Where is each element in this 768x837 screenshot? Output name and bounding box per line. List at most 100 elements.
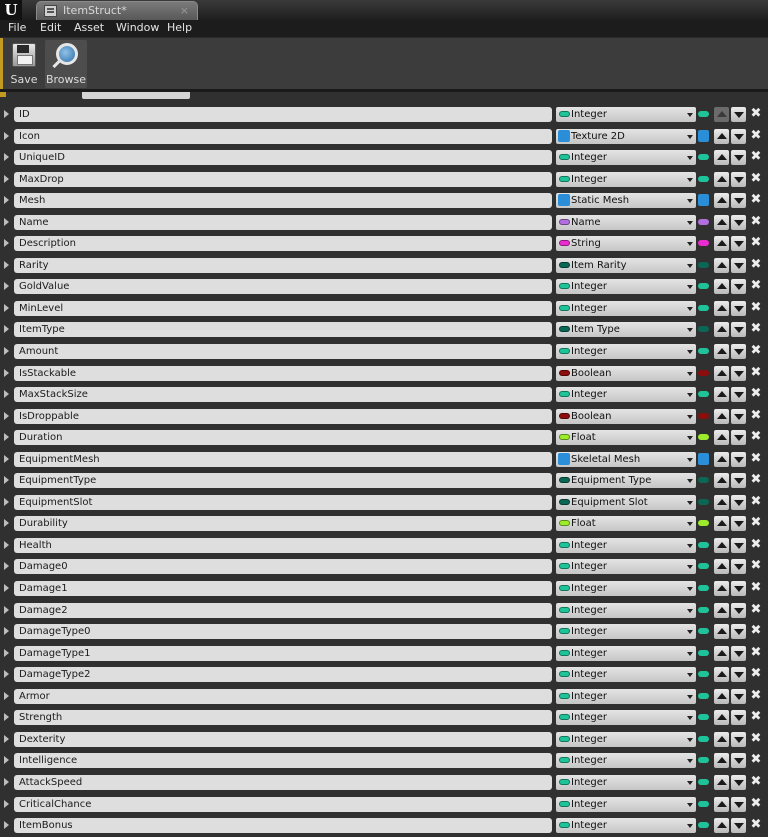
move-down-button[interactable] xyxy=(731,645,746,661)
variable-type-dropdown[interactable]: Integer xyxy=(556,559,696,575)
move-down-button[interactable] xyxy=(731,753,746,769)
move-up-button[interactable] xyxy=(714,516,729,532)
expand-arrow-icon[interactable] xyxy=(4,756,9,765)
variable-type-dropdown[interactable]: Integer xyxy=(556,624,696,640)
document-tab[interactable]: ItemStruct* × xyxy=(36,1,198,20)
variable-type-dropdown[interactable]: Integer xyxy=(556,731,696,747)
move-up-button[interactable] xyxy=(714,236,729,252)
variable-name-field[interactable]: Amount xyxy=(14,344,552,360)
expand-arrow-icon[interactable] xyxy=(4,260,9,269)
delete-variable-icon[interactable]: ✖ xyxy=(749,536,763,554)
move-up-button[interactable] xyxy=(714,451,729,467)
variable-type-dropdown[interactable]: Integer xyxy=(556,688,696,704)
save-button[interactable]: Save xyxy=(3,40,45,88)
variable-name-field[interactable]: Health xyxy=(14,537,552,553)
delete-variable-icon[interactable]: ✖ xyxy=(749,191,763,209)
menu-window[interactable]: Window xyxy=(116,21,159,34)
variable-type-dropdown[interactable]: Integer xyxy=(556,667,696,683)
variable-name-field[interactable]: Durability xyxy=(14,516,552,532)
expand-arrow-icon[interactable] xyxy=(4,411,9,420)
menu-help[interactable]: Help xyxy=(167,21,192,34)
menu-asset[interactable]: Asset xyxy=(74,21,104,34)
delete-variable-icon[interactable]: ✖ xyxy=(749,213,763,231)
move-down-button[interactable] xyxy=(731,537,746,553)
variable-type-dropdown[interactable]: Integer xyxy=(556,581,696,597)
variable-type-dropdown[interactable]: Float xyxy=(556,430,696,446)
move-up-button[interactable] xyxy=(714,214,729,230)
move-down-button[interactable] xyxy=(731,818,746,834)
variable-name-field[interactable]: Rarity xyxy=(14,257,552,273)
variable-name-field[interactable]: ID xyxy=(14,107,552,122)
delete-variable-icon[interactable]: ✖ xyxy=(749,622,763,640)
move-up-button[interactable] xyxy=(714,193,729,209)
expand-arrow-icon[interactable] xyxy=(4,713,9,722)
unreal-logo-icon[interactable]: U xyxy=(0,0,22,20)
variable-name-field[interactable]: Damage2 xyxy=(14,602,552,618)
variable-type-dropdown[interactable]: Boolean xyxy=(556,365,696,381)
delete-variable-icon[interactable]: ✖ xyxy=(749,751,763,769)
expand-arrow-icon[interactable] xyxy=(4,174,9,183)
expand-arrow-icon[interactable] xyxy=(4,519,9,528)
delete-variable-icon[interactable]: ✖ xyxy=(749,795,763,813)
delete-variable-icon[interactable]: ✖ xyxy=(749,514,763,532)
delete-variable-icon[interactable]: ✖ xyxy=(749,234,763,252)
expand-arrow-icon[interactable] xyxy=(4,390,9,399)
expand-arrow-icon[interactable] xyxy=(4,282,9,291)
expand-arrow-icon[interactable] xyxy=(4,605,9,614)
move-up-button[interactable] xyxy=(714,344,729,360)
move-up-button[interactable] xyxy=(714,494,729,510)
move-down-button[interactable] xyxy=(731,150,746,166)
move-up-button[interactable] xyxy=(714,731,729,747)
expand-arrow-icon[interactable] xyxy=(4,153,9,162)
variable-name-field[interactable]: Duration xyxy=(14,430,552,446)
move-down-button[interactable] xyxy=(731,171,746,187)
expand-arrow-icon[interactable] xyxy=(4,691,9,700)
expand-arrow-icon[interactable] xyxy=(4,303,9,312)
move-down-button[interactable] xyxy=(731,387,746,403)
variable-name-field[interactable]: IsDroppable xyxy=(14,408,552,424)
variable-type-dropdown[interactable]: Float xyxy=(556,516,696,532)
variable-type-dropdown[interactable]: String xyxy=(556,236,696,252)
move-down-button[interactable] xyxy=(731,107,746,122)
move-down-button[interactable] xyxy=(731,344,746,360)
move-up-button[interactable] xyxy=(714,602,729,618)
move-up-button[interactable] xyxy=(714,796,729,812)
variable-name-field[interactable]: DamageType2 xyxy=(14,667,552,683)
delete-variable-icon[interactable]: ✖ xyxy=(749,342,763,360)
move-down-button[interactable] xyxy=(731,257,746,273)
expand-arrow-icon[interactable] xyxy=(4,217,9,226)
expand-arrow-icon[interactable] xyxy=(4,584,9,593)
expand-arrow-icon[interactable] xyxy=(4,627,9,636)
variable-type-dropdown[interactable]: Skeletal Mesh xyxy=(556,451,696,467)
expand-arrow-icon[interactable] xyxy=(4,799,9,808)
delete-variable-icon[interactable]: ✖ xyxy=(749,385,763,403)
move-up-button[interactable] xyxy=(714,279,729,295)
variable-name-field[interactable]: EquipmentSlot xyxy=(14,494,552,510)
move-up-button[interactable] xyxy=(714,688,729,704)
move-down-button[interactable] xyxy=(731,796,746,812)
move-down-button[interactable] xyxy=(731,667,746,683)
variable-name-field[interactable]: ItemType xyxy=(14,322,552,338)
delete-variable-icon[interactable]: ✖ xyxy=(749,471,763,489)
delete-variable-icon[interactable]: ✖ xyxy=(749,364,763,382)
delete-variable-icon[interactable]: ✖ xyxy=(749,708,763,726)
delete-variable-icon[interactable]: ✖ xyxy=(749,170,763,188)
variable-name-field[interactable]: Dexterity xyxy=(14,731,552,747)
variable-name-field[interactable]: Intelligence xyxy=(14,753,552,769)
move-down-button[interactable] xyxy=(731,559,746,575)
variable-type-dropdown[interactable]: Integer xyxy=(556,753,696,769)
delete-variable-icon[interactable]: ✖ xyxy=(749,665,763,683)
variable-type-dropdown[interactable]: Item Rarity xyxy=(556,257,696,273)
move-up-button[interactable] xyxy=(714,322,729,338)
variable-type-dropdown[interactable]: Item Type xyxy=(556,322,696,338)
variable-name-field[interactable]: MaxDrop xyxy=(14,171,552,187)
expand-arrow-icon[interactable] xyxy=(4,562,9,571)
move-down-button[interactable] xyxy=(731,516,746,532)
variable-type-dropdown[interactable]: Integer xyxy=(556,107,696,122)
delete-variable-icon[interactable]: ✖ xyxy=(749,148,763,166)
variable-type-dropdown[interactable]: Integer xyxy=(556,537,696,553)
move-down-button[interactable] xyxy=(731,300,746,316)
menu-edit[interactable]: Edit xyxy=(40,21,61,34)
menu-file[interactable]: File xyxy=(8,21,26,34)
variable-name-field[interactable]: GoldValue xyxy=(14,279,552,295)
